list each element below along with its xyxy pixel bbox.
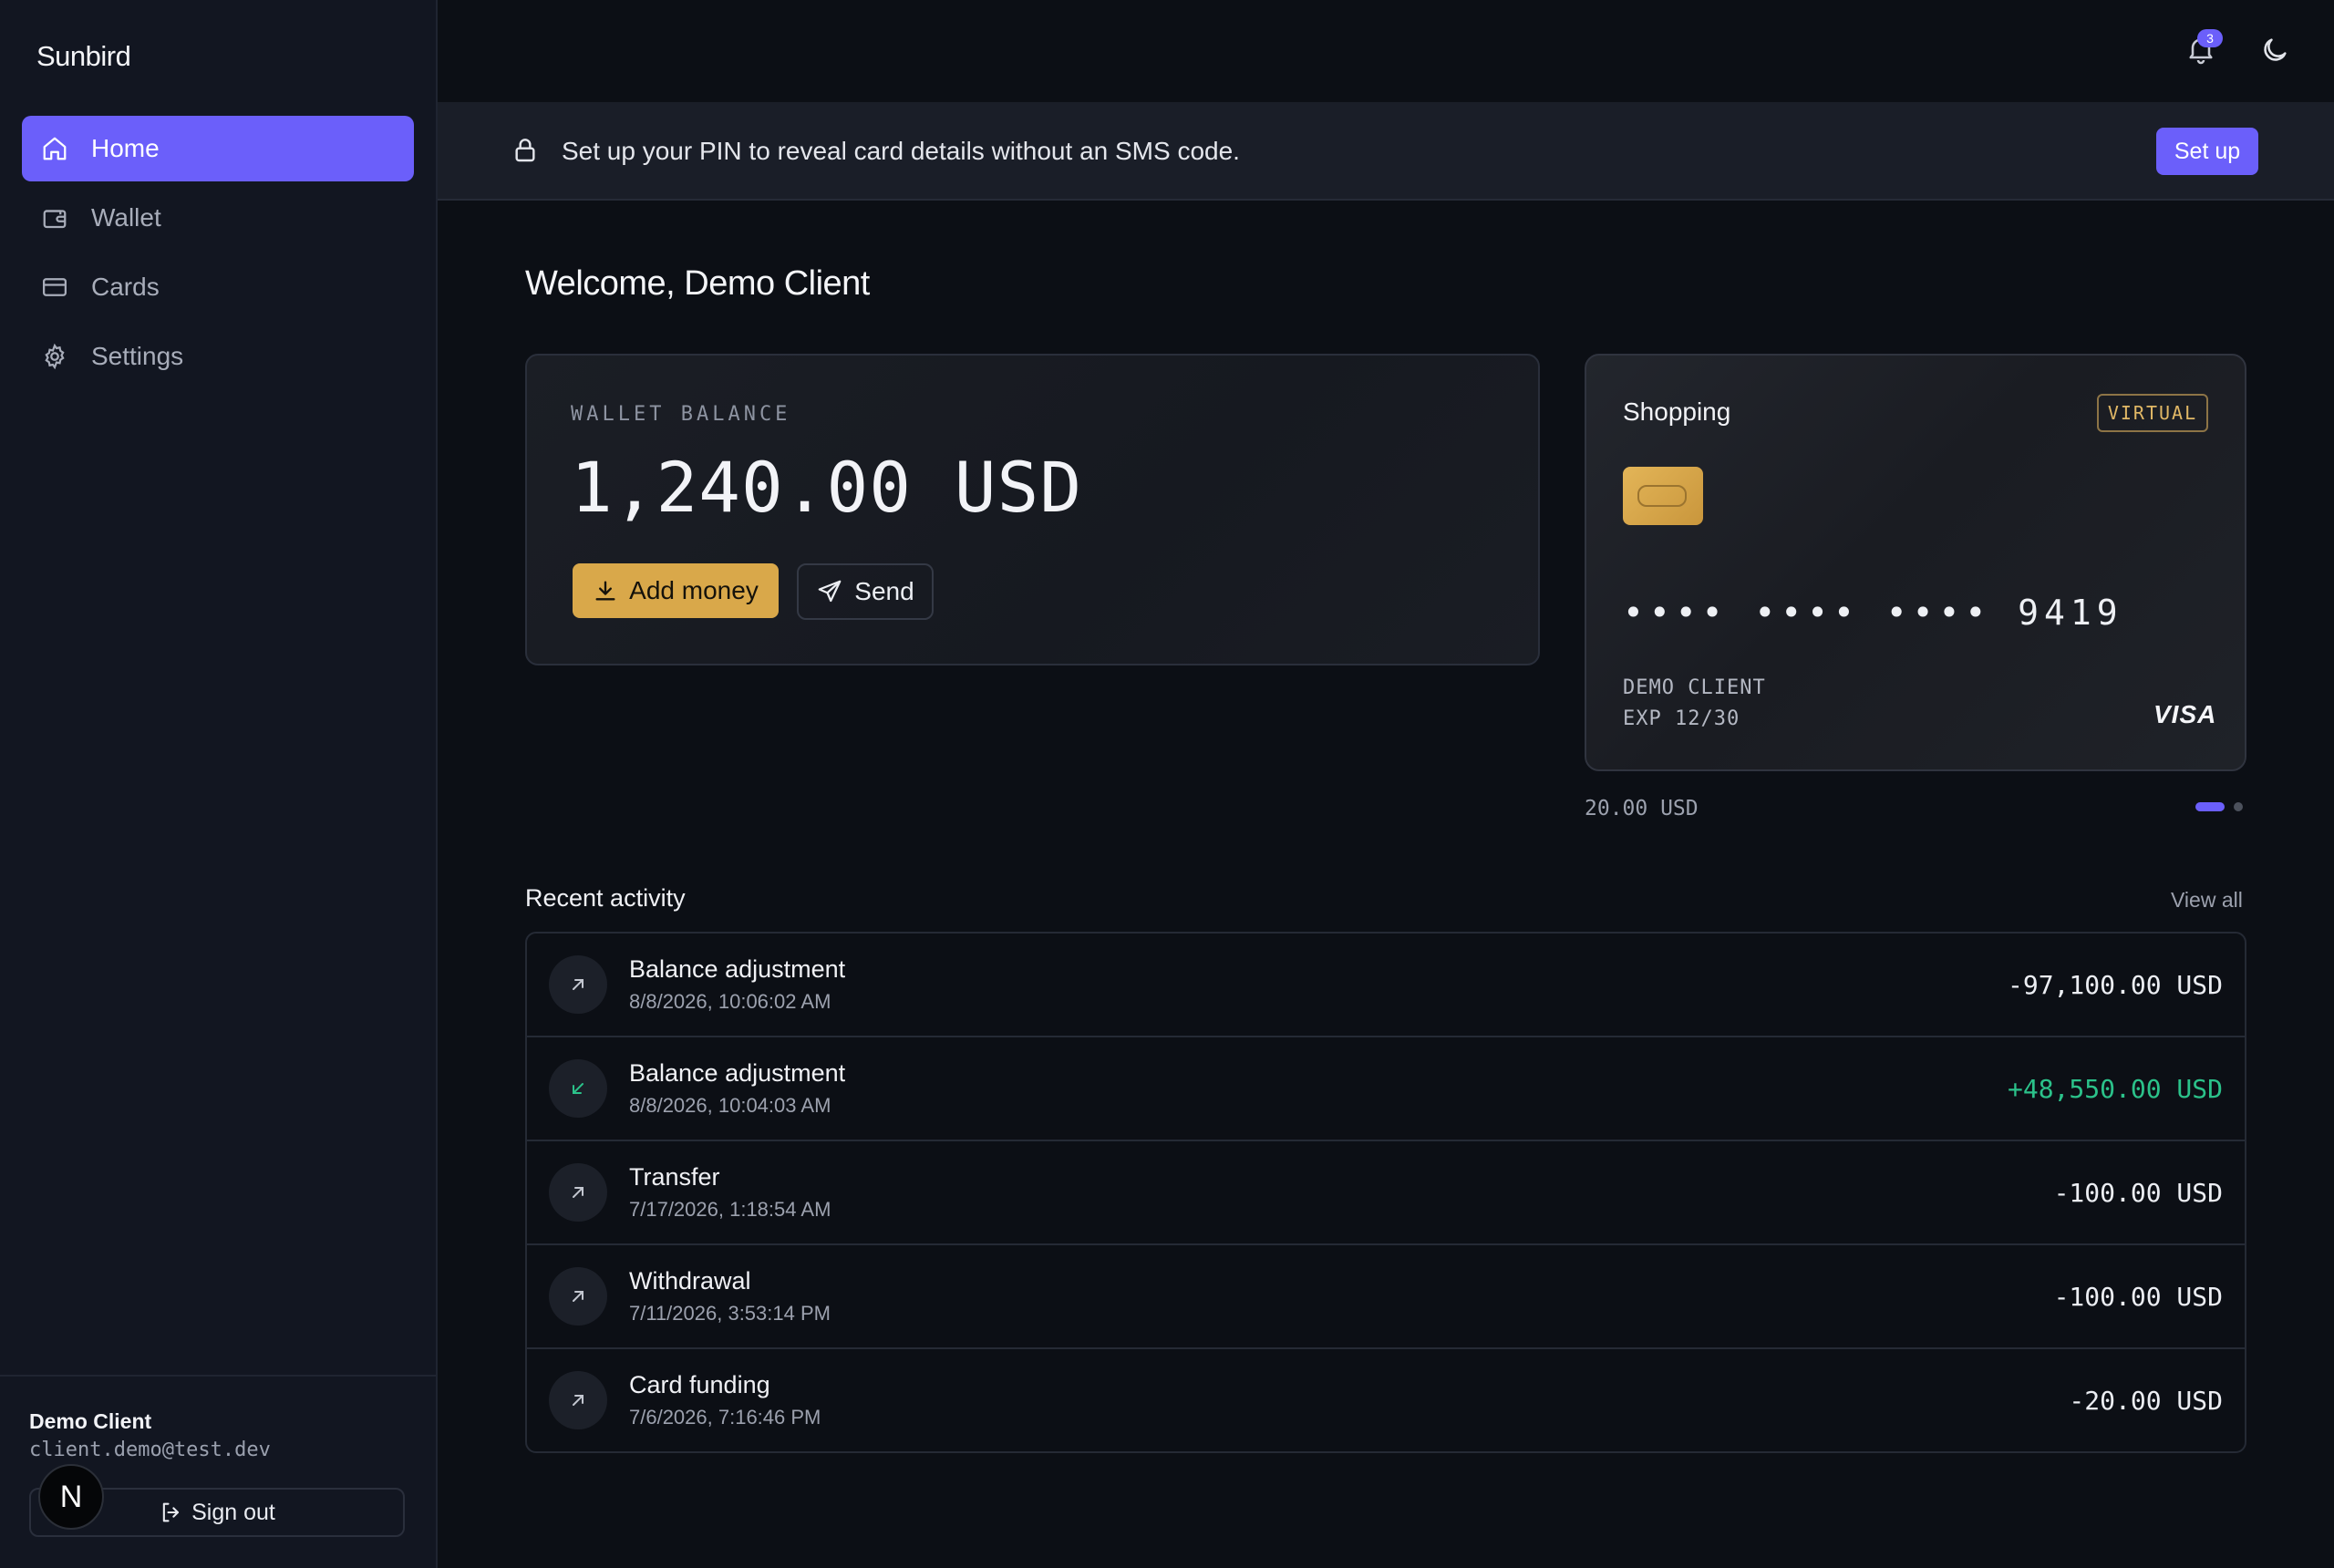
card-holder: DEMO CLIENT xyxy=(1623,676,1766,699)
activity-name: Withdrawal xyxy=(629,1267,751,1295)
activity-date: 8/8/2026, 10:04:03 AM xyxy=(629,1094,831,1117)
banner-text: Set up your PIN to reveal card details w… xyxy=(562,137,1240,165)
carousel-dot-active[interactable] xyxy=(2195,802,2225,811)
activity-name: Balance adjustment xyxy=(629,1059,846,1087)
activity-row[interactable]: Balance adjustment 8/8/2026, 10:04:03 AM… xyxy=(527,1037,2245,1141)
sign-out-label: Sign out xyxy=(191,1499,275,1525)
view-all-link[interactable]: View all xyxy=(2171,888,2243,913)
activity-row[interactable]: Card funding 7/6/2026, 7:16:46 PM -20.00… xyxy=(527,1349,2245,1451)
page-title: Welcome, Demo Client xyxy=(525,264,870,303)
arrow-up-right-icon xyxy=(549,955,607,1014)
activity-amount: -100.00 USD xyxy=(2053,1282,2223,1312)
activity-date: 7/11/2026, 3:53:14 PM xyxy=(629,1302,831,1325)
activity-name: Card funding xyxy=(629,1371,770,1398)
card-chip-icon xyxy=(1623,467,1703,525)
sidebar-nav: Home Wallet Cards Settings xyxy=(22,116,414,393)
activity-date: 7/6/2026, 7:16:46 PM xyxy=(629,1406,821,1429)
card-expiry: EXP 12/30 xyxy=(1623,707,1740,730)
activity-date: 8/8/2026, 10:06:02 AM xyxy=(629,990,831,1013)
visa-logo: VISA xyxy=(2153,700,2217,728)
sidebar-item-wallet[interactable]: Wallet xyxy=(22,185,414,251)
wallet-balance-card: WALLET BALANCE 1,240.00 USD Add money Se… xyxy=(525,354,1540,665)
add-money-label: Add money xyxy=(629,576,759,604)
arrow-up-right-icon xyxy=(549,1163,607,1222)
activity-name: Transfer xyxy=(629,1163,720,1191)
brand-logo[interactable]: Sunbird xyxy=(36,40,131,73)
lock-icon xyxy=(511,135,543,168)
sidebar-item-label: Cards xyxy=(91,273,160,301)
activity-row[interactable]: Transfer 7/17/2026, 1:18:54 AM -100.00 U… xyxy=(527,1141,2245,1245)
send-button[interactable]: Send xyxy=(797,563,934,620)
activity-amount: -97,100.00 USD xyxy=(2007,970,2223,1000)
sidebar-item-label: Settings xyxy=(91,342,184,370)
sidebar-item-label: Wallet xyxy=(91,203,161,232)
sidebar: Sunbird Home Wallet Cards Settings Demo … xyxy=(0,0,438,1568)
wallet-icon xyxy=(40,203,69,232)
activity-amount: -20.00 USD xyxy=(2069,1386,2223,1416)
virtual-card[interactable]: Shopping VIRTUAL •••• •••• •••• 9419 DEM… xyxy=(1585,354,2246,771)
arrow-up-right-icon xyxy=(549,1371,607,1429)
user-name: Demo Client xyxy=(29,1409,152,1433)
gear-icon xyxy=(40,342,69,371)
arrow-down-left-icon xyxy=(549,1059,607,1118)
setup-pin-button[interactable]: Set up xyxy=(2156,128,2258,175)
pin-banner: Set up your PIN to reveal card details w… xyxy=(438,102,2334,201)
sidebar-item-settings[interactable]: Settings xyxy=(22,324,414,389)
theme-toggle[interactable] xyxy=(2259,35,2292,67)
sidebar-item-cards[interactable]: Cards xyxy=(22,254,414,320)
user-email: client.demo@test.dev xyxy=(29,1439,271,1461)
activity-row[interactable]: Balance adjustment 8/8/2026, 10:06:02 AM… xyxy=(527,934,2245,1037)
card-type-badge: VIRTUAL xyxy=(2097,394,2208,432)
recent-activity-title: Recent activity xyxy=(525,884,686,912)
card-icon xyxy=(40,273,69,302)
wallet-amount: 1,240.00 USD xyxy=(571,447,1083,528)
sign-out-icon xyxy=(162,1502,180,1522)
activity-amount: +48,550.00 USD xyxy=(2007,1074,2223,1104)
add-money-button[interactable]: Add money xyxy=(573,563,779,618)
wallet-label: WALLET BALANCE xyxy=(571,403,791,426)
home-icon xyxy=(40,134,69,163)
arrow-up-right-icon xyxy=(549,1267,607,1326)
notification-badge: 3 xyxy=(2197,29,2223,47)
moon-icon xyxy=(2264,38,2287,61)
activity-date: 7/17/2026, 1:18:54 AM xyxy=(629,1198,831,1221)
send-icon xyxy=(818,580,842,603)
top-bar xyxy=(438,0,2334,102)
activity-name: Balance adjustment xyxy=(629,955,846,983)
activity-row[interactable]: Withdrawal 7/11/2026, 3:53:14 PM -100.00… xyxy=(527,1245,2245,1349)
send-label: Send xyxy=(854,577,914,605)
sidebar-item-home[interactable]: Home xyxy=(22,116,414,181)
card-number: •••• •••• •••• 9419 xyxy=(1623,593,2123,633)
sidebar-footer: Demo Client client.demo@test.dev Sign ou… xyxy=(0,1375,436,1568)
card-balance: 20.00 USD xyxy=(1585,797,1699,820)
activity-amount: -100.00 USD xyxy=(2053,1178,2223,1208)
carousel-dot[interactable] xyxy=(2234,802,2243,811)
sidebar-item-label: Home xyxy=(91,134,160,162)
avatar[interactable]: N xyxy=(38,1464,104,1530)
card-name: Shopping xyxy=(1623,397,1731,426)
activity-list: Balance adjustment 8/8/2026, 10:06:02 AM… xyxy=(525,932,2246,1453)
download-icon xyxy=(595,581,615,601)
